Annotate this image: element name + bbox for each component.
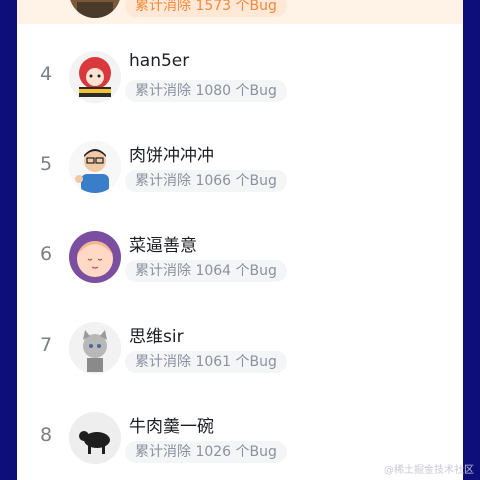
bug-count-badge: 累计消除 1066 个Bug bbox=[125, 170, 287, 192]
rank-number: 6 bbox=[39, 243, 53, 265]
user-avatar-icon bbox=[69, 141, 121, 193]
user-name[interactable]: 牛肉羹一碗 bbox=[129, 412, 214, 437]
bug-count-badge: 累计消除 1061 个Bug bbox=[125, 351, 287, 373]
leaderboard-row[interactable]: 累计消除 1573 个Bug bbox=[17, 0, 463, 24]
leaderboard-row[interactable]: 4 han5er 累计消除 1080 个Bug bbox=[17, 45, 463, 109]
bug-count-badge: 累计消除 1026 个Bug bbox=[125, 441, 287, 463]
leaderboard-row[interactable]: 7 思维sir 累计消除 1061 个Bug bbox=[17, 316, 463, 380]
user-name[interactable]: 肉饼冲冲冲 bbox=[129, 141, 214, 166]
user-avatar-icon bbox=[69, 322, 121, 374]
user-avatar-icon bbox=[69, 0, 121, 18]
leaderboard-row[interactable]: 6 菜逼善意 累计消除 1064 个Bug bbox=[17, 225, 463, 289]
leaderboard-panel: 累计消除 1573 个Bug 4 han5er 累计消除 1080 个Bug 5 bbox=[17, 0, 463, 480]
user-avatar-icon bbox=[69, 412, 121, 464]
rank-number: 4 bbox=[39, 63, 53, 85]
user-name[interactable]: 菜逼善意 bbox=[129, 231, 197, 256]
bug-count-badge: 累计消除 1080 个Bug bbox=[125, 80, 287, 102]
rank-number: 7 bbox=[39, 334, 53, 356]
avatar[interactable] bbox=[69, 51, 121, 103]
bug-count-badge: 累计消除 1573 个Bug bbox=[125, 0, 287, 17]
bug-count-badge: 累计消除 1064 个Bug bbox=[125, 260, 287, 282]
watermark: @稀土掘金技术社区 bbox=[384, 465, 474, 476]
rank-number: 5 bbox=[39, 153, 53, 175]
user-name[interactable]: 思维sir bbox=[129, 322, 184, 347]
avatar[interactable] bbox=[69, 141, 121, 193]
avatar[interactable] bbox=[69, 231, 121, 283]
avatar[interactable] bbox=[69, 412, 121, 464]
avatar[interactable] bbox=[69, 0, 121, 18]
user-avatar-icon bbox=[69, 51, 121, 103]
leaderboard-row[interactable]: 5 肉饼冲冲冲 累计消除 1066 个Bug bbox=[17, 135, 463, 199]
avatar[interactable] bbox=[69, 322, 121, 374]
user-name[interactable]: han5er bbox=[129, 51, 189, 71]
user-avatar-icon bbox=[69, 231, 121, 283]
rank-number: 8 bbox=[39, 424, 53, 446]
